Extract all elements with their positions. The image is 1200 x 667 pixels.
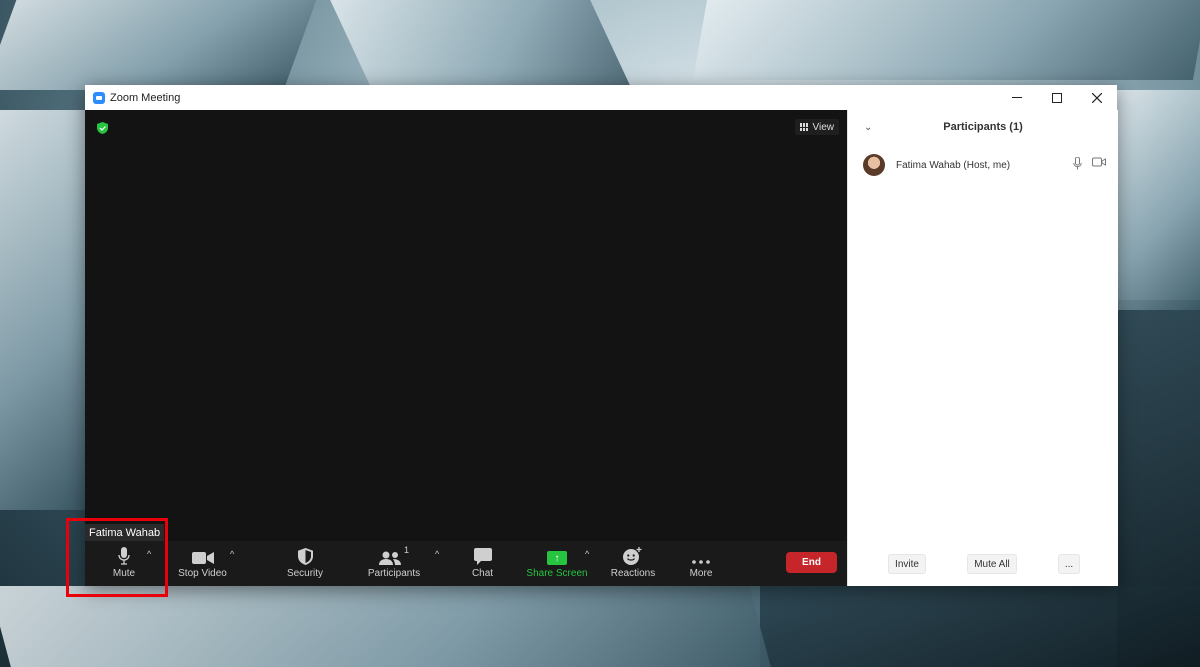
window-title: Zoom Meeting bbox=[110, 91, 181, 104]
zoom-logo-icon bbox=[93, 91, 105, 104]
stop-video-label: Stop Video bbox=[178, 568, 227, 579]
share-arrow-icon: ↑ bbox=[547, 551, 567, 565]
maximize-button[interactable] bbox=[1037, 85, 1077, 110]
highlight-annotation-box bbox=[66, 518, 168, 597]
participant-name: Fatima Wahab (Host, me) bbox=[896, 159, 1011, 171]
share-screen-button[interactable]: ↑ Share Screen bbox=[526, 541, 588, 586]
reactions-label: Reactions bbox=[610, 568, 656, 579]
security-shield-icon bbox=[297, 548, 313, 565]
video-camera-icon bbox=[191, 552, 214, 564]
grid-icon bbox=[799, 123, 809, 131]
participants-label: Participants bbox=[367, 568, 421, 579]
end-meeting-button[interactable]: End bbox=[786, 552, 837, 573]
minimize-button[interactable] bbox=[997, 85, 1037, 110]
participants-panel-title: Participants (1) bbox=[943, 121, 1023, 133]
meeting-toolbar: Mute ^ Stop Video ^ Security 1 Participa… bbox=[85, 541, 847, 586]
panel-more-button[interactable]: ... bbox=[1058, 554, 1080, 574]
participants-count: 1 bbox=[403, 545, 409, 555]
view-label: View bbox=[812, 121, 835, 133]
share-options-caret-icon[interactable]: ^ bbox=[585, 549, 589, 559]
reactions-button[interactable]: Reactions bbox=[610, 541, 656, 586]
close-button[interactable] bbox=[1077, 85, 1117, 110]
avatar bbox=[863, 154, 885, 176]
stop-video-button[interactable]: Stop Video bbox=[175, 541, 230, 586]
participant-row[interactable]: Fatima Wahab (Host, me) bbox=[863, 154, 1106, 176]
view-button[interactable]: View bbox=[794, 119, 839, 135]
participants-options-caret-icon[interactable]: ^ bbox=[435, 549, 439, 559]
security-button[interactable]: Security bbox=[285, 541, 325, 586]
encryption-shield-icon[interactable] bbox=[97, 122, 108, 134]
chat-bubble-icon bbox=[473, 548, 492, 565]
invite-button[interactable]: Invite bbox=[888, 554, 926, 574]
participant-microphone-icon[interactable] bbox=[1073, 157, 1082, 170]
participants-panel: ⌄ Participants (1) Fatima Wahab (Host, m… bbox=[847, 110, 1118, 586]
chat-button[interactable]: Chat bbox=[470, 541, 495, 586]
mute-all-button[interactable]: Mute All bbox=[967, 554, 1017, 574]
close-icon bbox=[1092, 92, 1102, 103]
more-dots-icon bbox=[692, 560, 710, 564]
smiley-face-icon bbox=[623, 547, 642, 565]
video-area: View Mute ^ Stop Video ^ Security 1 Part… bbox=[85, 110, 847, 586]
zoom-meeting-window: Zoom Meeting View Mute ^ Stop Video ^ Se… bbox=[85, 85, 1118, 586]
participants-icon bbox=[378, 551, 401, 565]
chat-label: Chat bbox=[471, 568, 494, 579]
more-button[interactable]: More bbox=[686, 541, 716, 586]
video-options-caret-icon[interactable]: ^ bbox=[230, 549, 234, 559]
title-bar: Zoom Meeting bbox=[85, 85, 1117, 110]
participant-video-icon[interactable] bbox=[1092, 157, 1106, 167]
share-screen-label: Share Screen bbox=[526, 568, 588, 579]
more-label: More bbox=[689, 568, 713, 579]
participants-button[interactable]: 1 Participants bbox=[367, 541, 421, 586]
security-label: Security bbox=[286, 568, 324, 579]
